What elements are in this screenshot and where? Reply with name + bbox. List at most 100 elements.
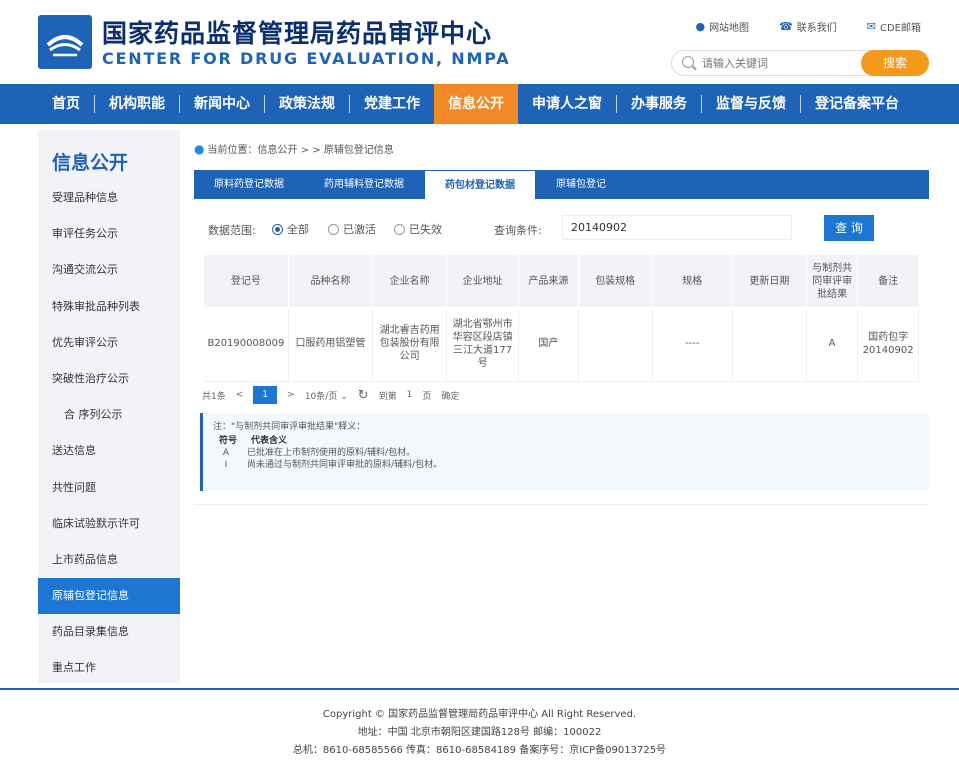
pager-prev[interactable]: < — [236, 390, 244, 400]
col-product: 品种名称 — [288, 255, 374, 307]
col-reg-no: 登记号 — [204, 255, 289, 307]
cell-source: 国产 — [518, 307, 579, 382]
cell-company: 湖北睿吉药用包装股份有限公司 — [372, 307, 448, 382]
search-box: 搜索 — [671, 50, 929, 76]
note-col-symbol: 符号 — [219, 436, 238, 446]
nav-item-registration[interactable]: 登记备案平台 — [801, 84, 913, 124]
sidebar-item-key-work[interactable]: 重点工作 — [38, 650, 180, 686]
pager-current-page[interactable]: 1 — [253, 386, 278, 404]
radio-all[interactable]: 全部 — [272, 221, 309, 237]
email-label: CDE邮箱 — [879, 23, 921, 34]
sidebar-list: 受理品种信息 审评任务公示 沟通交流公示 特殊审批品种列表 优先审评公示 突破性… — [38, 180, 180, 687]
note-meaning: 尚未通过与制剂共同审评审批的原料/辅料/包材。 — [247, 460, 443, 470]
cde-logo[interactable] — [38, 15, 92, 69]
table-row[interactable]: B20190008009 口服药用铝塑管 湖北睿吉药用包装股份有限公司 湖北省鄂… — [204, 307, 919, 382]
footer-copyright: Copyright © 国家药品监督管理局药品审评中心 All Right Re… — [322, 709, 637, 720]
nav-item-functions[interactable]: 机构职能 — [95, 84, 179, 124]
nav-item-info-public[interactable]: 信息公开 — [434, 84, 518, 124]
search-icon — [682, 56, 694, 68]
sidebar-item-priority-review[interactable]: 优先审评公示 — [38, 325, 180, 361]
content-divider — [194, 504, 929, 505]
sidebar-item-marketed-drugs[interactable]: 上市药品信息 — [38, 542, 180, 578]
pager-page-unit: 页 — [422, 391, 432, 402]
cell-remark: 国药包字20140902 — [857, 307, 919, 382]
sidebar-item-accepted[interactable]: 受理品种信息 — [38, 180, 180, 216]
sidebar: 信息公开 受理品种信息 审评任务公示 沟通交流公示 特殊审批品种列表 优先审评公… — [38, 130, 180, 683]
results-table: 登记号 品种名称 企业名称 企业地址 产品来源 包装规格 规格 更新日期 与制剂… — [204, 255, 919, 382]
pagination: 共1条 < 1 > 10条/页 ⌄ ↻ 到第 1 页 确定 — [202, 386, 459, 404]
sidebar-item-drug-catalog[interactable]: 药品目录集信息 — [38, 614, 180, 650]
note-row: A 已批准在上市制剂使用的原料/辅料/包材。 — [213, 447, 929, 459]
page-size-select[interactable]: 10条/页 ⌄ — [305, 389, 348, 402]
col-address: 企业地址 — [446, 255, 520, 307]
radio-invalid[interactable]: 已失效 — [394, 221, 442, 237]
pager-goto-input[interactable]: 1 — [407, 390, 413, 400]
radio-invalid-label: 已失效 — [409, 223, 442, 236]
col-joint-review: 与制剂共同审评审批结果 — [806, 255, 859, 307]
col-source: 产品来源 — [518, 255, 579, 307]
main-nav: 首页 机构职能 新闻中心 政策法规 党建工作 信息公开 申请人之窗 办事服务 监… — [0, 84, 959, 124]
sidebar-item-communication[interactable]: 沟通交流公示 — [38, 252, 180, 288]
sidebar-item-review-tasks[interactable]: 审评任务公示 — [38, 216, 180, 252]
tab-excipient-data[interactable]: 药用辅料登记数据 — [304, 170, 424, 199]
footer-address: 地址：中国 北京市朝阳区建国路128号 邮编：100022 — [357, 727, 602, 738]
breadcrumb-text: 当前位置：信息公开 > > 原辅包登记信息 — [207, 145, 394, 156]
sidebar-item-delivery[interactable]: 送达信息 — [38, 433, 180, 469]
tab-registration[interactable]: 原辅包登记 — [536, 170, 626, 199]
mail-icon: ✉ — [866, 20, 876, 33]
note-symbol: A — [222, 448, 230, 458]
note-heading: 注："与制剂共同审评审批结果"释义： — [213, 422, 366, 432]
sidebar-item-special-approval[interactable]: 特殊审批品种列表 — [38, 289, 180, 325]
note-symbol: I — [224, 460, 228, 470]
filter-bar: 数据范围: 全部 已激活 已失效 查询条件: 查 询 — [194, 215, 929, 243]
nav-item-party[interactable]: 党建工作 — [350, 84, 434, 124]
nav-item-home[interactable]: 首页 — [38, 84, 94, 124]
tab-packaging-data[interactable]: 药包材登记数据 — [424, 170, 536, 199]
radio-activated[interactable]: 已激活 — [328, 221, 376, 237]
search-button[interactable]: 搜索 — [861, 50, 929, 76]
main-nav-items: 首页 机构职能 新闻中心 政策法规 党建工作 信息公开 申请人之窗 办事服务 监… — [38, 84, 913, 124]
note-row: I 尚未通过与制剂共同审评审批的原料/辅料/包材。 — [213, 459, 929, 471]
sidebar-item-common-issues[interactable]: 共性问题 — [38, 470, 180, 506]
legend-note: 注："与制剂共同审评审批结果"释义： 符号 代表含义 A 已批准在上市制剂使用的… — [200, 413, 929, 491]
nav-item-services[interactable]: 办事服务 — [617, 84, 701, 124]
cell-address: 湖北省鄂州市华容区段店镇三江大道177号 — [446, 307, 520, 382]
refresh-icon[interactable]: ↻ — [358, 388, 369, 403]
pager-next[interactable]: > — [287, 390, 295, 400]
nav-item-news[interactable]: 新闻中心 — [180, 84, 264, 124]
data-tabs: 原料药登记数据 药用辅料登记数据 药包材登记数据 原辅包登记 — [194, 170, 929, 199]
sitemap-label: 网站地图 — [709, 23, 750, 34]
breadcrumb: ● 当前位置：信息公开 > > 原辅包登记信息 — [194, 141, 394, 157]
radio-dot-icon — [272, 223, 283, 235]
site-title-cn: 国家药品监督管理局药品审评中心 — [102, 19, 493, 48]
logo-emblem-icon — [46, 35, 84, 57]
sidebar-item-clinical-trial[interactable]: 临床试验默示许可 — [38, 506, 180, 542]
cell-spec: ---- — [652, 307, 733, 382]
site-footer: Copyright © 国家药品监督管理局药品审评中心 All Right Re… — [0, 688, 959, 765]
search-input[interactable] — [702, 55, 852, 72]
nav-item-applicant[interactable]: 申请人之窗 — [518, 84, 616, 124]
location-pin-icon: ● — [695, 20, 706, 33]
sidebar-title: 信息公开 — [52, 152, 129, 174]
cell-update-date — [732, 307, 807, 382]
condition-input[interactable] — [562, 215, 792, 240]
radio-dot-icon — [394, 223, 405, 235]
range-label: 数据范围: — [208, 224, 256, 237]
radio-activated-label: 已激活 — [343, 223, 376, 236]
sidebar-item-sequence[interactable]: 合 序列公示 — [38, 397, 180, 433]
radio-dot-icon — [328, 223, 339, 235]
sidebar-item-api-registration[interactable]: 原辅包登记信息 — [38, 578, 180, 615]
sitemap-link[interactable]: ● 网站地图 — [695, 19, 749, 34]
pager-total: 共1条 — [202, 391, 226, 402]
nav-item-supervision[interactable]: 监督与反馈 — [702, 84, 800, 124]
contact-link[interactable]: ☎ 联系我们 — [779, 19, 837, 34]
query-button[interactable]: 查 询 — [824, 215, 874, 241]
pager-confirm-button[interactable]: 确定 — [441, 389, 459, 402]
tab-api-data[interactable]: 原料药登记数据 — [194, 170, 304, 199]
email-link[interactable]: ✉ CDE邮箱 — [867, 19, 921, 34]
nav-item-policy[interactable]: 政策法规 — [265, 84, 349, 124]
cell-package-spec — [578, 307, 653, 382]
site-title-en: CENTER FOR DRUG EVALUATION, NMPA — [102, 49, 511, 68]
col-remark: 备注 — [857, 255, 919, 307]
sidebar-item-breakthrough[interactable]: 突破性治疗公示 — [38, 361, 180, 397]
